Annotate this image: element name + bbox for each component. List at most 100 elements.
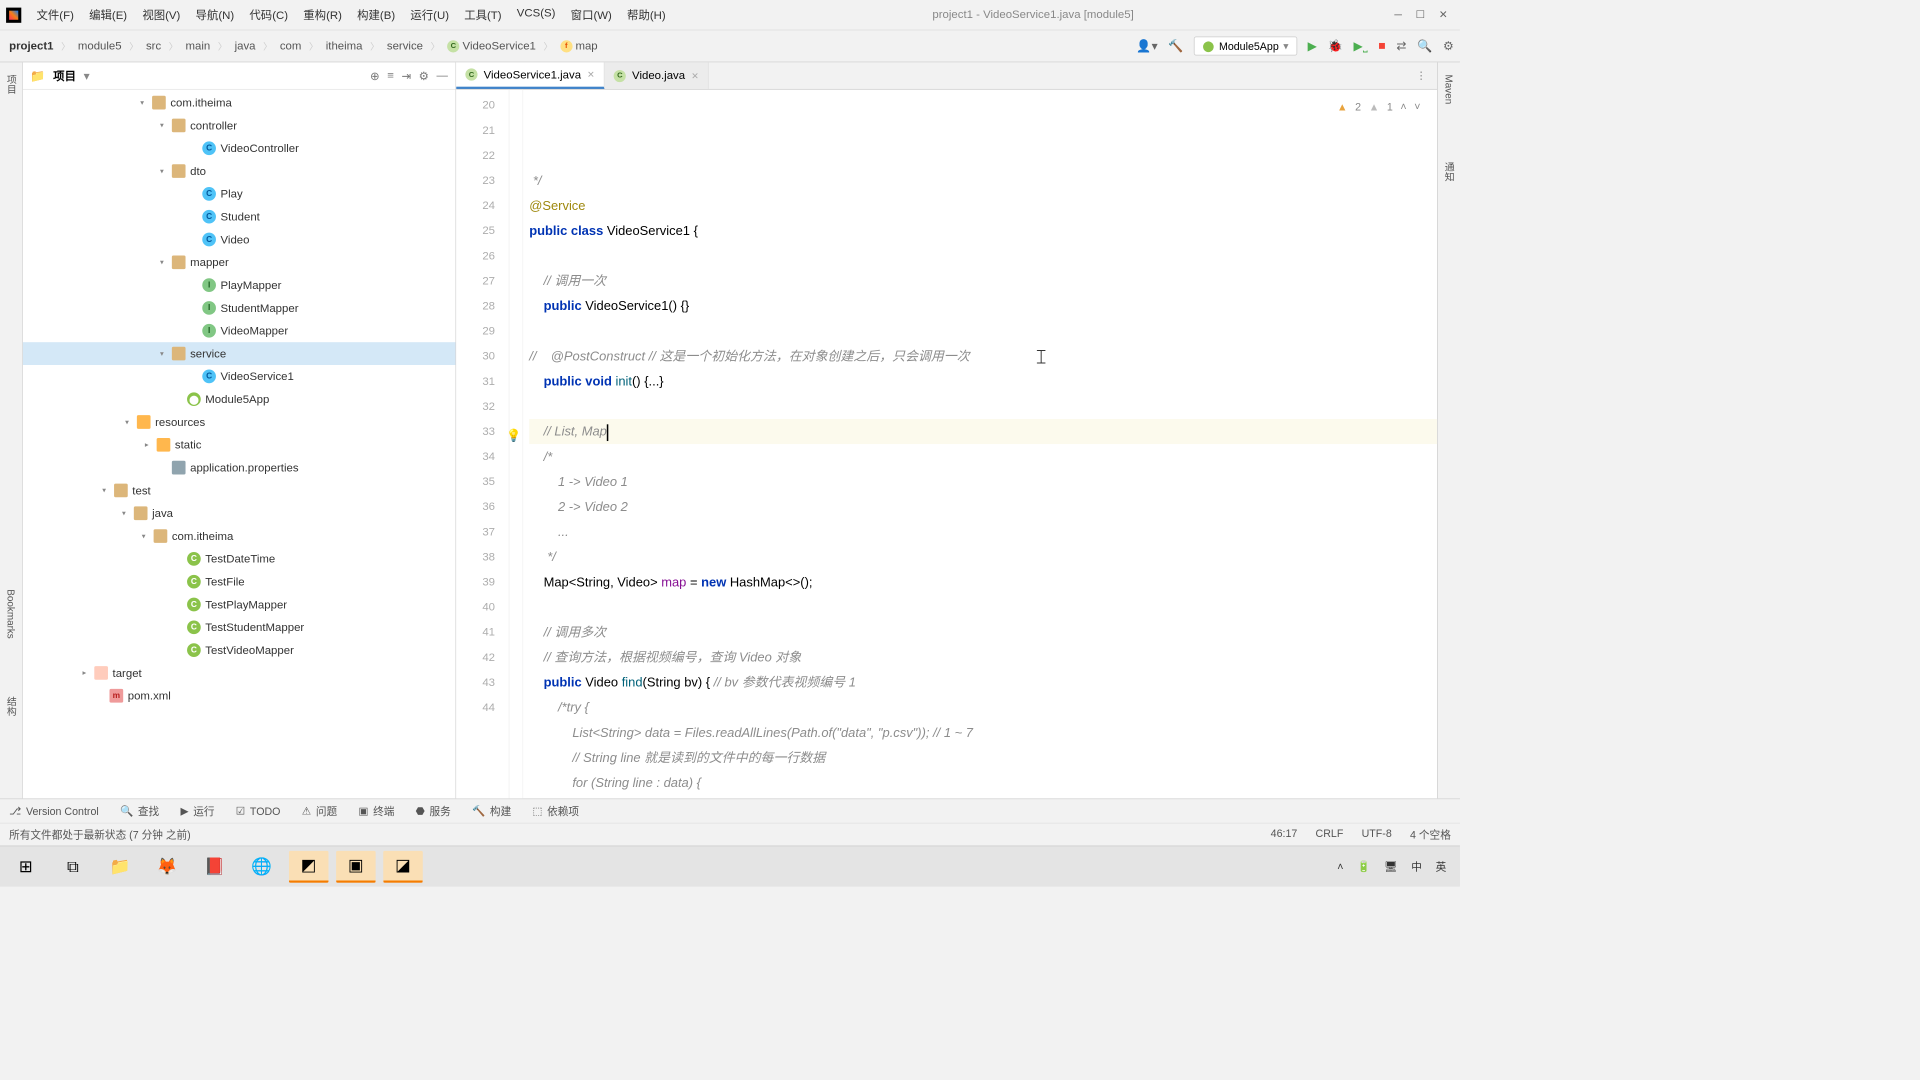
- status-item[interactable]: 46:17: [1271, 827, 1298, 842]
- tree-item[interactable]: CStudent: [23, 205, 456, 228]
- explorer-icon[interactable]: 📁: [100, 851, 140, 883]
- right-tab-notifications[interactable]: 通知: [1440, 156, 1457, 188]
- firefox-icon[interactable]: 🦊: [148, 851, 188, 883]
- tray-chevron-icon[interactable]: ˄: [1337, 860, 1343, 872]
- breadcrumb-item[interactable]: itheima: [323, 38, 366, 54]
- left-tab-structure[interactable]: 结构: [2, 690, 19, 722]
- bottom-tool-item[interactable]: ▶运行: [180, 803, 214, 818]
- tree-item[interactable]: ▾mapper: [23, 251, 456, 274]
- close-tab-icon[interactable]: ✕: [691, 70, 699, 81]
- tree-item[interactable]: CVideoService1: [23, 365, 456, 388]
- breadcrumb-item[interactable]: CVideoService1: [444, 38, 539, 54]
- tree-item[interactable]: ▾dto: [23, 160, 456, 183]
- left-tab-bookmarks[interactable]: Bookmarks: [4, 583, 18, 645]
- ime-indicator-1[interactable]: 中: [1411, 859, 1422, 874]
- tree-item[interactable]: CVideoController: [23, 137, 456, 160]
- stop-button[interactable]: ■: [1378, 39, 1385, 53]
- bottom-tool-item[interactable]: ▣终端: [358, 803, 394, 818]
- hide-icon[interactable]: —: [436, 69, 447, 82]
- search-icon[interactable]: 🔍: [1417, 38, 1432, 53]
- bottom-tool-item[interactable]: 🔨构建: [472, 803, 511, 818]
- tree-item[interactable]: application.properties: [23, 456, 456, 479]
- menu-item[interactable]: 构建(B): [351, 5, 401, 24]
- start-button[interactable]: ⊞: [6, 851, 46, 883]
- menu-item[interactable]: 重构(R): [297, 5, 348, 24]
- close-button[interactable]: ✕: [1439, 8, 1448, 21]
- menu-item[interactable]: 帮助(H): [621, 5, 672, 24]
- tree-item[interactable]: ▾service: [23, 342, 456, 365]
- menu-item[interactable]: 运行(U): [404, 5, 455, 24]
- menu-item[interactable]: 代码(C): [243, 5, 294, 24]
- breadcrumb-item[interactable]: com: [277, 38, 305, 54]
- menu-item[interactable]: VCS(S): [511, 5, 562, 24]
- menu-item[interactable]: 视图(V): [136, 5, 186, 24]
- inspection-widget[interactable]: ▲2 ▲1 ˄˅: [1337, 94, 1420, 119]
- tree-item[interactable]: ▾com.itheima: [23, 91, 456, 114]
- tray-monitor-icon[interactable]: 🖥: [1384, 860, 1398, 873]
- tree-item[interactable]: CTestStudentMapper: [23, 616, 456, 639]
- breadcrumb[interactable]: project1〉module5〉src〉main〉java〉com〉ithei…: [6, 38, 601, 54]
- gear-icon[interactable]: ⚙: [419, 69, 429, 83]
- tree-item[interactable]: ▾java: [23, 502, 456, 525]
- code-area[interactable]: ▲2 ▲1 ˄˅ */@Servicepublic class VideoSer…: [523, 90, 1437, 799]
- bottom-tool-item[interactable]: ☑TODO: [236, 805, 281, 818]
- debug-button[interactable]: 🐞: [1328, 38, 1343, 53]
- locate-icon[interactable]: ⊕: [370, 69, 380, 83]
- tree-item[interactable]: IVideoMapper: [23, 319, 456, 342]
- tree-item[interactable]: CPlay: [23, 182, 456, 205]
- breadcrumb-item[interactable]: src: [143, 38, 164, 54]
- tree-item[interactable]: mpom.xml: [23, 684, 456, 707]
- status-item[interactable]: UTF-8: [1362, 827, 1392, 842]
- tree-item[interactable]: ▸target: [23, 662, 456, 685]
- tree-item[interactable]: ▾controller: [23, 114, 456, 137]
- ime-indicator-2[interactable]: 英: [1436, 859, 1447, 874]
- git-update-icon[interactable]: ⇄: [1396, 38, 1406, 53]
- tree-item[interactable]: ⬤Module5App: [23, 388, 456, 411]
- right-tab-maven[interactable]: Maven: [1442, 68, 1456, 110]
- task-view-button[interactable]: ⧉: [53, 851, 93, 883]
- run-button[interactable]: ▶: [1308, 38, 1317, 53]
- status-item[interactable]: CRLF: [1316, 827, 1344, 842]
- tree-item[interactable]: ▾test: [23, 479, 456, 502]
- tree-item[interactable]: ▾com.itheima: [23, 525, 456, 548]
- tree-item[interactable]: ▾resources: [23, 411, 456, 434]
- breadcrumb-item[interactable]: java: [232, 38, 259, 54]
- project-tree[interactable]: ▾com.itheima▾controllerCVideoController▾…: [23, 90, 456, 799]
- menu-item[interactable]: 导航(N): [189, 5, 240, 24]
- tree-item[interactable]: CTestPlayMapper: [23, 593, 456, 616]
- tree-item[interactable]: IStudentMapper: [23, 297, 456, 320]
- tree-item[interactable]: CVideo: [23, 228, 456, 251]
- intellij-icon[interactable]: ◩: [289, 851, 329, 883]
- tree-item[interactable]: ▸static: [23, 433, 456, 456]
- menu-item[interactable]: 工具(T): [458, 5, 508, 24]
- breadcrumb-item[interactable]: fmap: [557, 38, 600, 54]
- build-hammer-icon[interactable]: 🔨: [1168, 38, 1183, 53]
- editor-tab[interactable]: CVideo.java✕: [605, 62, 709, 89]
- tree-item[interactable]: CTestFile: [23, 570, 456, 593]
- coverage-button[interactable]: ▶⎵: [1353, 38, 1367, 53]
- tree-item[interactable]: CTestDateTime: [23, 547, 456, 570]
- bottom-tool-item[interactable]: ⎇Version Control: [9, 805, 99, 818]
- run-config-selector[interactable]: ⬤ Module5App ▾: [1194, 36, 1297, 55]
- edge-icon[interactable]: 🌐: [242, 851, 282, 883]
- tab-list-icon[interactable]: ⋮: [1416, 69, 1427, 82]
- tray-battery-icon[interactable]: 🔋: [1357, 860, 1370, 873]
- bottom-tool-item[interactable]: ⬚依赖项: [533, 803, 580, 818]
- status-item[interactable]: 4 个空格: [1410, 827, 1451, 842]
- breadcrumb-item[interactable]: main: [182, 38, 213, 54]
- main-menu[interactable]: 文件(F)编辑(E)视图(V)导航(N)代码(C)重构(R)构建(B)运行(U)…: [30, 5, 671, 24]
- breadcrumb-item[interactable]: project1: [6, 38, 56, 54]
- settings-icon[interactable]: ⚙: [1443, 38, 1454, 53]
- bottom-tool-item[interactable]: 🔍查找: [120, 803, 159, 818]
- collapse-icon[interactable]: ⇥: [401, 69, 411, 83]
- tree-item[interactable]: CTestVideoMapper: [23, 639, 456, 662]
- breadcrumb-item[interactable]: service: [384, 38, 426, 54]
- minimize-button[interactable]: ─: [1394, 8, 1402, 21]
- menu-item[interactable]: 文件(F): [30, 5, 80, 24]
- user-icon[interactable]: 👤▾: [1136, 38, 1157, 53]
- office-icon[interactable]: 📕: [195, 851, 235, 883]
- menu-item[interactable]: 窗口(W): [565, 5, 618, 24]
- maximize-button[interactable]: ☐: [1416, 8, 1426, 21]
- close-tab-icon[interactable]: ✕: [587, 69, 595, 80]
- bottom-tool-item[interactable]: ⚠问题: [302, 803, 337, 818]
